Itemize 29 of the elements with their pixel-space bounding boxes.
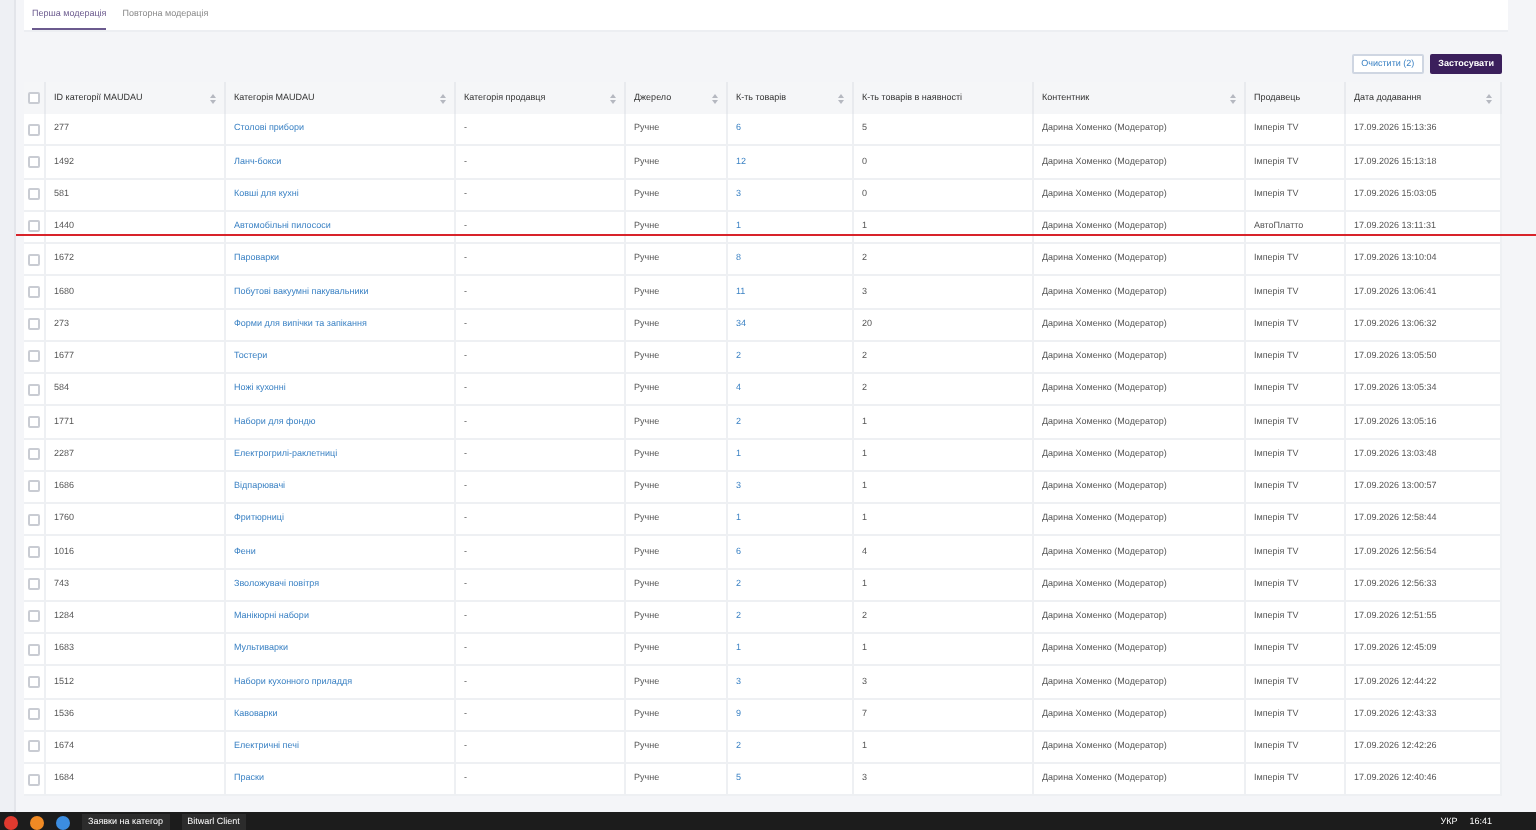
- checkbox[interactable]: [28, 610, 40, 623]
- checkbox[interactable]: [28, 708, 40, 721]
- checkbox[interactable]: [28, 253, 40, 266]
- sort-icon[interactable]: [838, 93, 844, 103]
- checkbox[interactable]: [28, 155, 40, 168]
- sort-icon[interactable]: [712, 93, 718, 103]
- checkbox[interactable]: [28, 643, 40, 656]
- checkbox[interactable]: [28, 318, 40, 331]
- sort-icon[interactable]: [1486, 93, 1492, 103]
- checkbox[interactable]: [28, 383, 40, 396]
- checkbox[interactable]: [28, 740, 40, 753]
- checkbox[interactable]: [28, 773, 40, 786]
- checkbox[interactable]: [28, 578, 40, 591]
- checkbox[interactable]: [28, 123, 40, 136]
- checkbox[interactable]: [28, 513, 40, 526]
- checkbox[interactable]: [28, 350, 40, 363]
- checkbox[interactable]: [28, 188, 40, 201]
- checkbox[interactable]: [28, 448, 40, 461]
- checkbox[interactable]: [28, 480, 40, 493]
- checkbox[interactable]: [28, 675, 40, 688]
- checkbox[interactable]: [28, 285, 40, 298]
- sort-icon[interactable]: [1230, 93, 1236, 103]
- checkbox[interactable]: [28, 415, 40, 428]
- checkbox[interactable]: [28, 545, 40, 558]
- sort-icon[interactable]: [610, 93, 616, 103]
- sort-icon[interactable]: [440, 93, 446, 103]
- checkbox[interactable]: [28, 92, 40, 104]
- checkbox[interactable]: [28, 220, 40, 233]
- sort-icon[interactable]: [210, 93, 216, 103]
